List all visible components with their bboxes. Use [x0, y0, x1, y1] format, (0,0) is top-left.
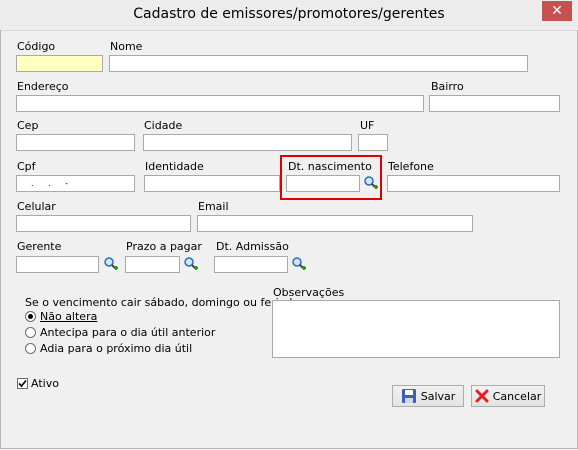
endereco-field[interactable]	[16, 95, 424, 112]
save-button[interactable]: Salvar	[392, 385, 464, 407]
codigo-label: Código	[17, 40, 56, 53]
red-x-icon	[475, 389, 489, 403]
save-button-label: Salvar	[420, 389, 456, 403]
cancel-button-label: Cancelar	[492, 389, 542, 403]
telefone-label: Telefone	[388, 160, 434, 173]
cep-field[interactable]	[16, 134, 135, 151]
vencimento-group-label: Se o vencimento cair sábado, domingo ou …	[25, 296, 300, 309]
radio-antecipa-label: Antecipa para o dia útil anterior	[40, 326, 216, 339]
title-bar: Cadastro de emissores/promotores/gerente…	[0, 0, 578, 31]
gerente-label: Gerente	[17, 240, 62, 253]
bairro-field[interactable]	[429, 95, 560, 112]
floppy-disk-icon	[401, 389, 416, 403]
radio-indicator	[25, 343, 36, 354]
radio-adia-label: Adia para o próximo dia útil	[40, 342, 193, 355]
identidade-label: Identidade	[145, 160, 204, 173]
radio-indicator	[25, 327, 36, 338]
uf-field[interactable]	[358, 134, 388, 151]
cpf-field[interactable]: . . -	[16, 175, 135, 192]
dt-nascimento-field[interactable]	[286, 175, 360, 192]
radio-nao-altera-label: Não altera	[40, 310, 98, 323]
cidade-label: Cidade	[144, 119, 183, 132]
checkbox-box	[17, 378, 28, 389]
gerente-field[interactable]	[16, 256, 99, 273]
codigo-field[interactable]	[16, 55, 103, 72]
close-icon: ✕	[551, 3, 563, 19]
telefone-field[interactable]	[387, 175, 560, 192]
dt-nascimento-lookup-icon[interactable]	[363, 175, 379, 191]
nome-label: Nome	[110, 40, 143, 53]
dt-admissao-label: Dt. Admissão	[216, 240, 289, 253]
identidade-field[interactable]	[144, 175, 280, 192]
dt-nascimento-label: Dt. nascimento	[288, 160, 372, 173]
email-label: Email	[198, 200, 229, 213]
radio-antecipa[interactable]: Antecipa para o dia útil anterior	[25, 326, 215, 339]
observacoes-label: Observações	[273, 286, 345, 299]
cpf-label: Cpf	[17, 160, 36, 173]
prazo-field[interactable]	[125, 256, 180, 273]
uf-label: UF	[360, 119, 375, 132]
radio-selected-indicator	[25, 311, 36, 322]
gerente-lookup-icon[interactable]	[103, 256, 119, 272]
prazo-label: Prazo a pagar	[126, 240, 202, 253]
celular-field[interactable]	[16, 215, 191, 232]
cep-label: Cep	[17, 119, 39, 132]
observacoes-textarea[interactable]	[272, 300, 560, 358]
email-field[interactable]	[197, 215, 473, 232]
endereco-label: Endereço	[17, 80, 69, 93]
radio-adia[interactable]: Adia para o próximo dia útil	[25, 342, 192, 355]
nome-field[interactable]	[109, 55, 528, 72]
dt-admissao-lookup-icon[interactable]	[291, 256, 307, 272]
celular-label: Celular	[17, 200, 56, 213]
prazo-lookup-icon[interactable]	[183, 256, 199, 272]
bairro-label: Bairro	[431, 80, 464, 93]
cidade-field[interactable]	[143, 134, 352, 151]
window-title: Cadastro de emissores/promotores/gerente…	[133, 6, 445, 22]
ativo-label: Ativo	[31, 377, 59, 390]
close-button[interactable]: ✕	[542, 1, 572, 21]
dt-admissao-field[interactable]	[214, 256, 288, 273]
cancel-button[interactable]: Cancelar	[471, 385, 545, 407]
checkmark-icon	[18, 379, 27, 388]
radio-nao-altera[interactable]: Não altera	[25, 310, 97, 323]
ativo-checkbox[interactable]: Ativo	[17, 377, 59, 390]
